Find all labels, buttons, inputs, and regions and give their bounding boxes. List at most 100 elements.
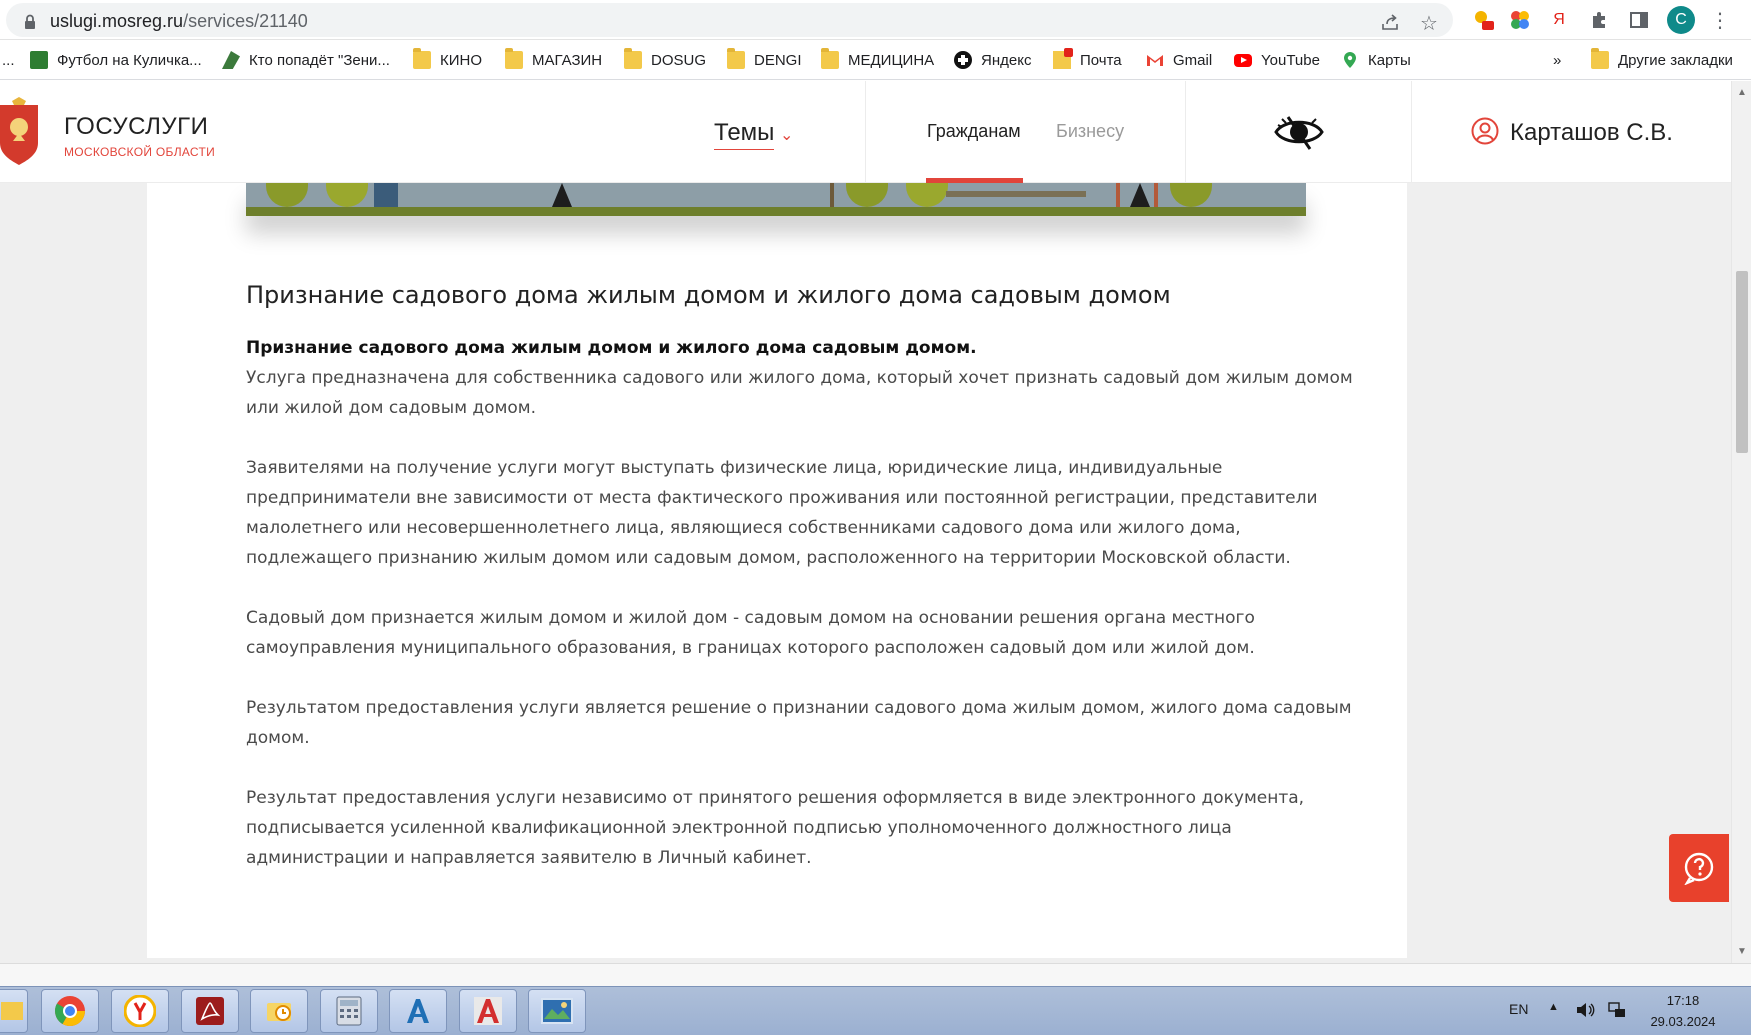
maps-icon [1344,52,1356,68]
tab-business[interactable]: Бизнесу [1056,121,1124,142]
folder-icon [505,48,523,69]
bookmark-label: Gmail [1173,51,1213,69]
outlook-icon [267,1003,291,1021]
taskbar-explorer[interactable] [0,989,28,1033]
logo-title[interactable]: ГОСУСЛУГИ [64,113,208,141]
bookmark-football[interactable]: Футбол на Куличка... [30,49,202,71]
taskbar-image-viewer[interactable] [528,989,586,1033]
taskbar-autocad[interactable] [459,989,517,1033]
moscow-oblast-emblem-icon[interactable] [0,97,44,167]
bookmark-zenit[interactable]: Кто попадёт "Зени... [222,49,390,71]
banner-lamp [552,183,572,207]
banner-pole [830,183,834,207]
bookmark-star-icon[interactable]: ☆ [1417,11,1441,35]
tab-citizens[interactable]: Гражданам [927,121,1021,142]
bookmark-pochta[interactable]: Почта [1053,48,1122,71]
page-title: Признание садового дома жилым домом и жи… [246,281,1171,309]
lead-heading: Признание садового дома жилым домом и жи… [246,338,977,358]
yandex-extension-icon[interactable]: Я [1547,8,1571,32]
paragraph-result: Результатом предоставления услуги являет… [246,693,1352,753]
taskbar-calculator[interactable] [320,989,378,1033]
acrobat-icon [196,997,224,1025]
taskbar-acrobat[interactable] [181,989,239,1033]
accessibility-eye-icon[interactable] [1274,111,1324,153]
share-icon[interactable] [1378,11,1402,35]
youtube-icon [1234,53,1252,67]
chat-question-icon [1684,852,1714,885]
volume-icon[interactable] [1574,999,1596,1026]
bookmark-label: Кто попадёт "Зени... [249,51,390,69]
bookmark-youtube[interactable]: YouTube [1234,49,1320,71]
clock-time[interactable]: 17:18 [1648,993,1718,1008]
bookmark-folder-medicina[interactable]: МЕДИЦИНА [821,48,934,71]
zenit-icon [222,51,240,69]
profile-avatar[interactable]: C [1667,6,1695,34]
tray-expand-icon[interactable]: ▲ [1548,1001,1559,1013]
themes-menu[interactable]: Темы [714,119,775,150]
text-line: Результат предоставления услуги независи… [246,788,1305,808]
bookmark-folder-kino[interactable]: КИНО [413,48,483,71]
folder-icon [821,48,839,69]
mail-icon [1053,48,1073,69]
header-divider [1185,81,1186,183]
bookmarks-ellipsis[interactable]: ... [2,49,15,71]
text-line: самоуправления муниципального образовани… [246,638,1255,658]
bookmark-yandex[interactable]: Яндекс [954,49,1031,71]
paragraph-purpose: Услуга предназначена для собственника са… [246,363,1353,423]
bookmark-label: Футбол на Куличка... [57,51,202,69]
bookmark-folder-magazin[interactable]: МАГАЗИН [505,48,603,71]
menu-kebab-icon[interactable]: ⋮ [1708,8,1732,32]
taskbar-yandex-browser[interactable] [111,989,169,1033]
browser-address-bar: uslugi.mosreg.ru/services/21140 ☆ Я C ⋮ [0,0,1751,40]
user-icon[interactable] [1471,117,1499,145]
taskbar-autocad-lt[interactable] [389,989,447,1033]
bookmark-folder-dosug[interactable]: DOSUG [624,48,706,71]
bookmark-maps[interactable]: Карты [1341,49,1411,71]
yandex-icon [954,51,972,69]
paragraph-basis: Садовый дом признается жилым домом и жил… [246,603,1306,663]
taskbar-chrome[interactable] [41,989,99,1033]
chevron-down-icon[interactable]: ⌄ [780,125,793,145]
browser-bottom-strip [0,963,1751,986]
gmail-icon [1147,55,1163,66]
header-divider [865,81,866,183]
clock-date[interactable]: 29.03.2024 [1648,1014,1718,1029]
football-icon [30,51,48,69]
service-banner-image [246,183,1306,216]
image-viewer-icon [541,998,573,1024]
scroll-up-arrow-icon[interactable]: ▲ [1737,87,1747,98]
extensions-puzzle-icon[interactable] [1587,8,1611,32]
banner-lamp [1130,183,1150,207]
pinwheel-extension-icon[interactable] [1508,8,1532,32]
bookmark-label: Другие закладки [1618,51,1733,69]
side-panel-icon[interactable] [1627,8,1651,32]
omnibox[interactable]: uslugi.mosreg.ru/services/21140 ☆ [6,3,1453,37]
calculator-icon [336,996,362,1026]
bookmark-label: КИНО [440,51,483,69]
yandex-browser-icon [124,995,156,1027]
bookmarks-more[interactable]: » [1553,49,1561,71]
text-line: Результатом предоставления услуги являет… [246,698,1352,718]
paragraph-result-format: Результат предоставления услуги независи… [246,783,1306,873]
text-line: домом. [246,728,310,748]
bookmark-gmail[interactable]: Gmail [1146,49,1212,71]
bookmark-other-folder[interactable]: Другие закладки [1591,48,1733,71]
logo-subtitle: МОСКОВСКОЙ ОБЛАСТИ [64,145,216,159]
bookmark-label: МАГАЗИН [532,51,603,69]
user-name[interactable]: Карташов С.В. [1510,119,1673,147]
bookmark-folder-dengi[interactable]: DENGI [727,48,802,71]
banner-pole [1154,183,1158,207]
support-chat-button[interactable] [1669,834,1729,902]
page-scrollbar[interactable]: ▲ ▼ [1731,81,1751,963]
weather-extension-icon[interactable] [1472,8,1496,32]
taskbar-outlook[interactable] [250,989,308,1033]
scroll-down-arrow-icon[interactable]: ▼ [1737,946,1747,957]
banner-bench [946,191,1086,197]
network-icon[interactable] [1606,999,1628,1026]
scroll-thumb[interactable] [1736,271,1748,453]
url-path: /services/21140 [183,11,308,31]
banner-bench [374,183,398,207]
text-line: Услуга предназначена для собственника са… [246,368,1353,388]
language-indicator[interactable]: EN [1509,1001,1528,1017]
url-text[interactable]: uslugi.mosreg.ru/services/21140 [50,11,308,32]
